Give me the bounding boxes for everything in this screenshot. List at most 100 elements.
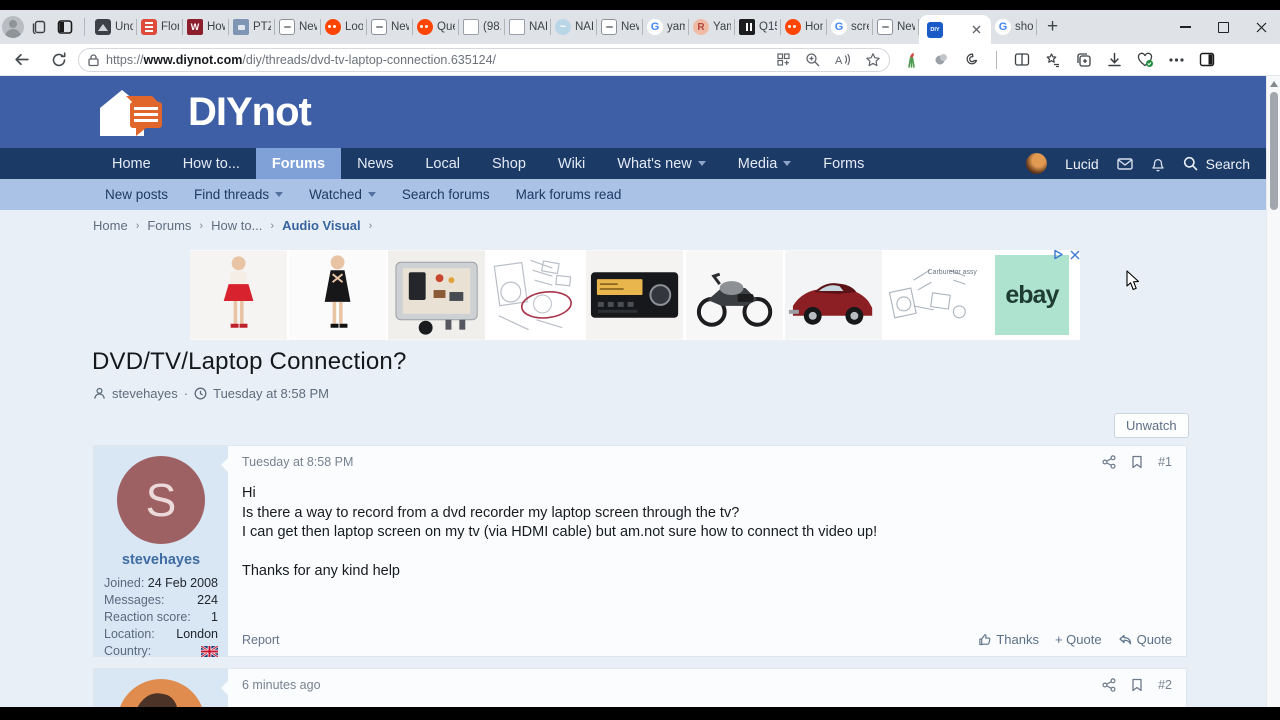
post-2-avatar[interactable] [117, 679, 205, 707]
nav-item-wiki[interactable]: Wiki [542, 148, 601, 179]
collections-icon[interactable] [1076, 52, 1092, 68]
nav-item-home[interactable]: Home [96, 148, 167, 179]
extensions-menu-icon[interactable] [964, 52, 979, 67]
breadcrumb-home[interactable]: Home [93, 218, 128, 233]
refresh-button[interactable] [44, 47, 74, 73]
scrollbar-thumb[interactable] [1270, 92, 1278, 210]
browser-tab[interactable]: scree [827, 10, 873, 44]
nav-item-news[interactable]: News [341, 148, 409, 179]
bookmark-icon[interactable] [1131, 455, 1143, 469]
nav-item-forms[interactable]: Forms [807, 148, 880, 179]
ad-image-electronics-kit[interactable] [388, 250, 486, 340]
ad-image-classic-car[interactable] [784, 250, 882, 340]
breadcrumb-forums[interactable]: Forums [147, 218, 191, 233]
browser-tab[interactable]: Yama [689, 10, 735, 44]
subnav-search-forums[interactable]: Search forums [389, 187, 503, 202]
bookmark-icon[interactable] [1131, 678, 1143, 692]
minimize-button[interactable] [1166, 10, 1204, 44]
extension-leek-icon[interactable] [904, 52, 919, 68]
quote-button[interactable]: Quote [1118, 632, 1172, 647]
ad-image-carburetor-diagram[interactable]: Carburetor assy [883, 250, 981, 340]
nav-item-whats-new[interactable]: What's new [601, 148, 722, 179]
extension-gray-icon[interactable] [934, 52, 949, 67]
plus-quote-button[interactable]: + Quote [1055, 632, 1102, 647]
report-link[interactable]: Report [242, 633, 280, 647]
copilot-panel-icon[interactable] [1199, 52, 1215, 67]
ad-image-motorcycle[interactable] [685, 250, 783, 340]
browser-essentials-icon[interactable] [1137, 52, 1154, 68]
nav-item-how-to[interactable]: How to... [167, 148, 256, 179]
alerts-bell-icon[interactable] [1151, 156, 1165, 172]
browser-tab[interactable]: New [597, 10, 643, 44]
split-screen-icon[interactable] [1014, 52, 1030, 67]
site-search-button[interactable]: Search [1183, 156, 1250, 172]
new-tab-button[interactable]: + [1037, 16, 1068, 38]
settings-more-icon[interactable] [1169, 57, 1184, 62]
browser-tab[interactable]: Und [91, 10, 137, 44]
thread-starter[interactable]: stevehayes [112, 386, 178, 401]
thanks-button[interactable]: Thanks [978, 632, 1039, 647]
browser-tab[interactable]: New [367, 10, 413, 44]
ad-image-red-dress-model[interactable] [190, 250, 288, 340]
browser-profile-button[interactable] [0, 14, 26, 40]
diynot-logo[interactable]: DIYnot [96, 86, 312, 138]
read-aloud-icon[interactable]: A [834, 52, 851, 67]
browser-tab[interactable]: Ques [413, 10, 459, 44]
inbox-mail-icon[interactable] [1116, 157, 1133, 170]
maximize-button[interactable] [1204, 10, 1242, 44]
workspaces-icon[interactable] [26, 14, 52, 40]
sidebar-toggle-icon[interactable] [52, 14, 78, 40]
nav-item-media[interactable]: Media [722, 148, 808, 179]
browser-tab[interactable]: Q15( [735, 10, 781, 44]
subnav-find-threads[interactable]: Find threads [181, 187, 296, 202]
ad-image-ebay-logo[interactable]: ebay [982, 250, 1080, 340]
ad-image-radio-receiver[interactable] [586, 250, 684, 340]
post-number[interactable]: #2 [1158, 678, 1172, 692]
breadcrumb-how-to[interactable]: How to... [211, 218, 262, 233]
apps-grid-icon[interactable] [776, 52, 791, 67]
nav-item-local[interactable]: Local [409, 148, 476, 179]
browser-tab[interactable]: NAD [505, 10, 551, 44]
browser-tab[interactable]: Hom [781, 10, 827, 44]
post-1-username[interactable]: stevehayes [94, 552, 228, 568]
browser-tab[interactable]: How [183, 10, 229, 44]
post-1-avatar[interactable]: S [117, 456, 205, 544]
ad-image-black-dress-model[interactable] [289, 250, 387, 340]
zoom-icon[interactable] [805, 52, 820, 67]
breadcrumb-audio-visual[interactable]: Audio Visual [282, 218, 361, 233]
unwatch-button[interactable]: Unwatch [1114, 413, 1189, 438]
favorite-star-icon[interactable] [865, 52, 881, 68]
browser-tab[interactable]: PTZ [229, 10, 275, 44]
account-name[interactable]: Lucid [1065, 156, 1098, 172]
ad-close-icon[interactable] [1070, 250, 1080, 260]
browser-tab-active-diynot[interactable]: DIY [919, 15, 991, 44]
browser-tab[interactable]: New [873, 10, 919, 44]
browser-tab[interactable]: shot [991, 10, 1037, 44]
share-icon[interactable] [1102, 678, 1116, 692]
favorites-bar-icon[interactable] [1045, 52, 1061, 68]
browser-tab[interactable]: New [275, 10, 321, 44]
subnav-mark-forums-read[interactable]: Mark forums read [503, 187, 635, 202]
scrollbar-up-arrow[interactable] [1270, 81, 1278, 87]
page-scrollbar[interactable] [1266, 76, 1280, 707]
post-timestamp[interactable]: 6 minutes ago [242, 678, 321, 692]
adchoices-icon[interactable] [1053, 249, 1064, 260]
account-avatar[interactable] [1026, 153, 1048, 174]
downloads-icon[interactable] [1107, 52, 1122, 68]
ad-image-appliance-diagram[interactable] [487, 250, 585, 340]
share-icon[interactable] [1102, 455, 1116, 469]
back-button[interactable] [6, 47, 36, 73]
nav-item-forums[interactable]: Forums [255, 148, 342, 179]
subnav-new-posts[interactable]: New posts [92, 187, 181, 202]
nav-item-shop[interactable]: Shop [476, 148, 542, 179]
browser-tab[interactable]: NAD [551, 10, 597, 44]
thread-start-date[interactable]: Tuesday at 8:58 PM [213, 386, 329, 401]
browser-tab[interactable]: (98.0 [459, 10, 505, 44]
close-button[interactable] [1242, 10, 1280, 44]
browser-tab[interactable]: yama [643, 10, 689, 44]
tab-close-icon[interactable] [969, 23, 983, 37]
browser-tab[interactable]: Look [321, 10, 367, 44]
browser-tab[interactable]: Flora [137, 10, 183, 44]
post-timestamp[interactable]: Tuesday at 8:58 PM [242, 455, 353, 469]
subnav-watched[interactable]: Watched [296, 187, 389, 202]
